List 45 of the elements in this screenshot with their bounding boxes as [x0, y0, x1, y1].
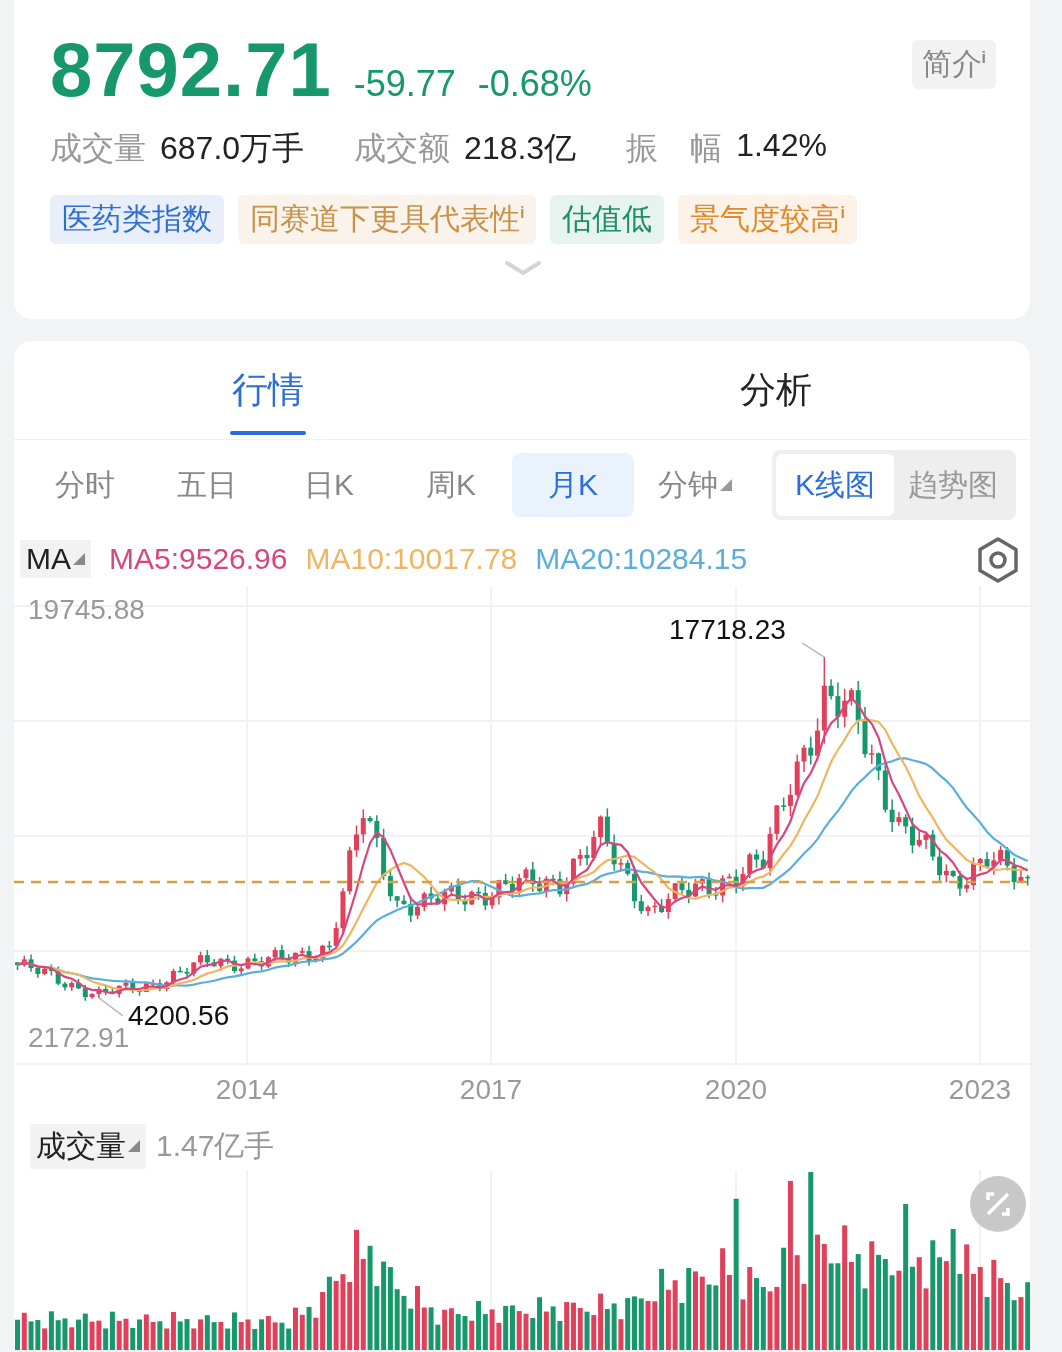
axis-label: 2020 — [704, 1074, 768, 1106]
stat-label: 成交额 — [354, 129, 451, 168]
stat-value: 218.3亿 — [464, 129, 577, 168]
dropdown-triangle-icon — [73, 553, 85, 565]
axis-label: 2172.91 — [28, 1022, 130, 1054]
axis-label: 19745.88 — [28, 594, 145, 626]
volume-max-label: 1.47亿手 — [156, 1127, 275, 1164]
axis-label: 2023 — [948, 1074, 1012, 1106]
tab[interactable]: 行情 — [14, 341, 522, 439]
expand-button[interactable] — [970, 1176, 1026, 1232]
tab[interactable]: 分析 — [522, 341, 1030, 439]
tag-label[interactable]: 医药类指数 — [50, 195, 224, 244]
price-annotation: 4200.56 — [128, 1000, 230, 1032]
stat-value: 687.0万手 — [160, 129, 305, 168]
stat-label: 振 幅 — [626, 129, 723, 168]
ma-value: MA20:10284.15 — [535, 542, 748, 576]
volume-selector[interactable]: 成交量 — [30, 1123, 146, 1169]
stat-value: 1.42% — [736, 127, 827, 165]
chart-type-option[interactable]: K线图 — [776, 454, 894, 516]
ma-value: MA5:9526.96 — [109, 542, 288, 576]
tag-label[interactable]: 同赛道下更具代表性$^{i}$ — [238, 195, 537, 244]
period-tab[interactable]: 月K — [512, 453, 634, 517]
chart-type-option[interactable]: 趋势图 — [894, 454, 1012, 516]
period-tab[interactable]: 日K — [268, 453, 390, 517]
period-tab[interactable]: 周K — [390, 453, 512, 517]
tag-label[interactable]: 景气度较高$^{i}$ — [678, 195, 857, 244]
axis-label: 2014 — [215, 1074, 279, 1106]
leader-line — [98, 997, 124, 1017]
axis-label: 2017 — [459, 1074, 523, 1106]
price-change: -59.77 — [353, 63, 456, 105]
stat-label: 成交量 — [50, 129, 146, 168]
period-tab[interactable]: 分时 — [24, 453, 146, 517]
price-annotation: 17718.23 — [669, 614, 786, 646]
period-tab[interactable]: 五日 — [146, 453, 268, 517]
change-percent: -0.68% — [477, 63, 592, 105]
chevron-down-icon[interactable] — [503, 258, 543, 278]
index-price: 8792.71 — [50, 26, 332, 113]
intro-button[interactable]: 简介$^{i}$ — [911, 40, 996, 89]
leader-line — [801, 642, 826, 658]
dropdown-triangle-icon — [128, 1140, 140, 1152]
ma-selector[interactable]: MA — [20, 540, 91, 578]
tag-label[interactable]: 估值低 — [550, 195, 665, 244]
ma-value: MA10:10017.78 — [305, 542, 518, 576]
period-tab[interactable]: 分钟 — [634, 453, 756, 517]
dropdown-triangle-icon — [720, 479, 732, 491]
